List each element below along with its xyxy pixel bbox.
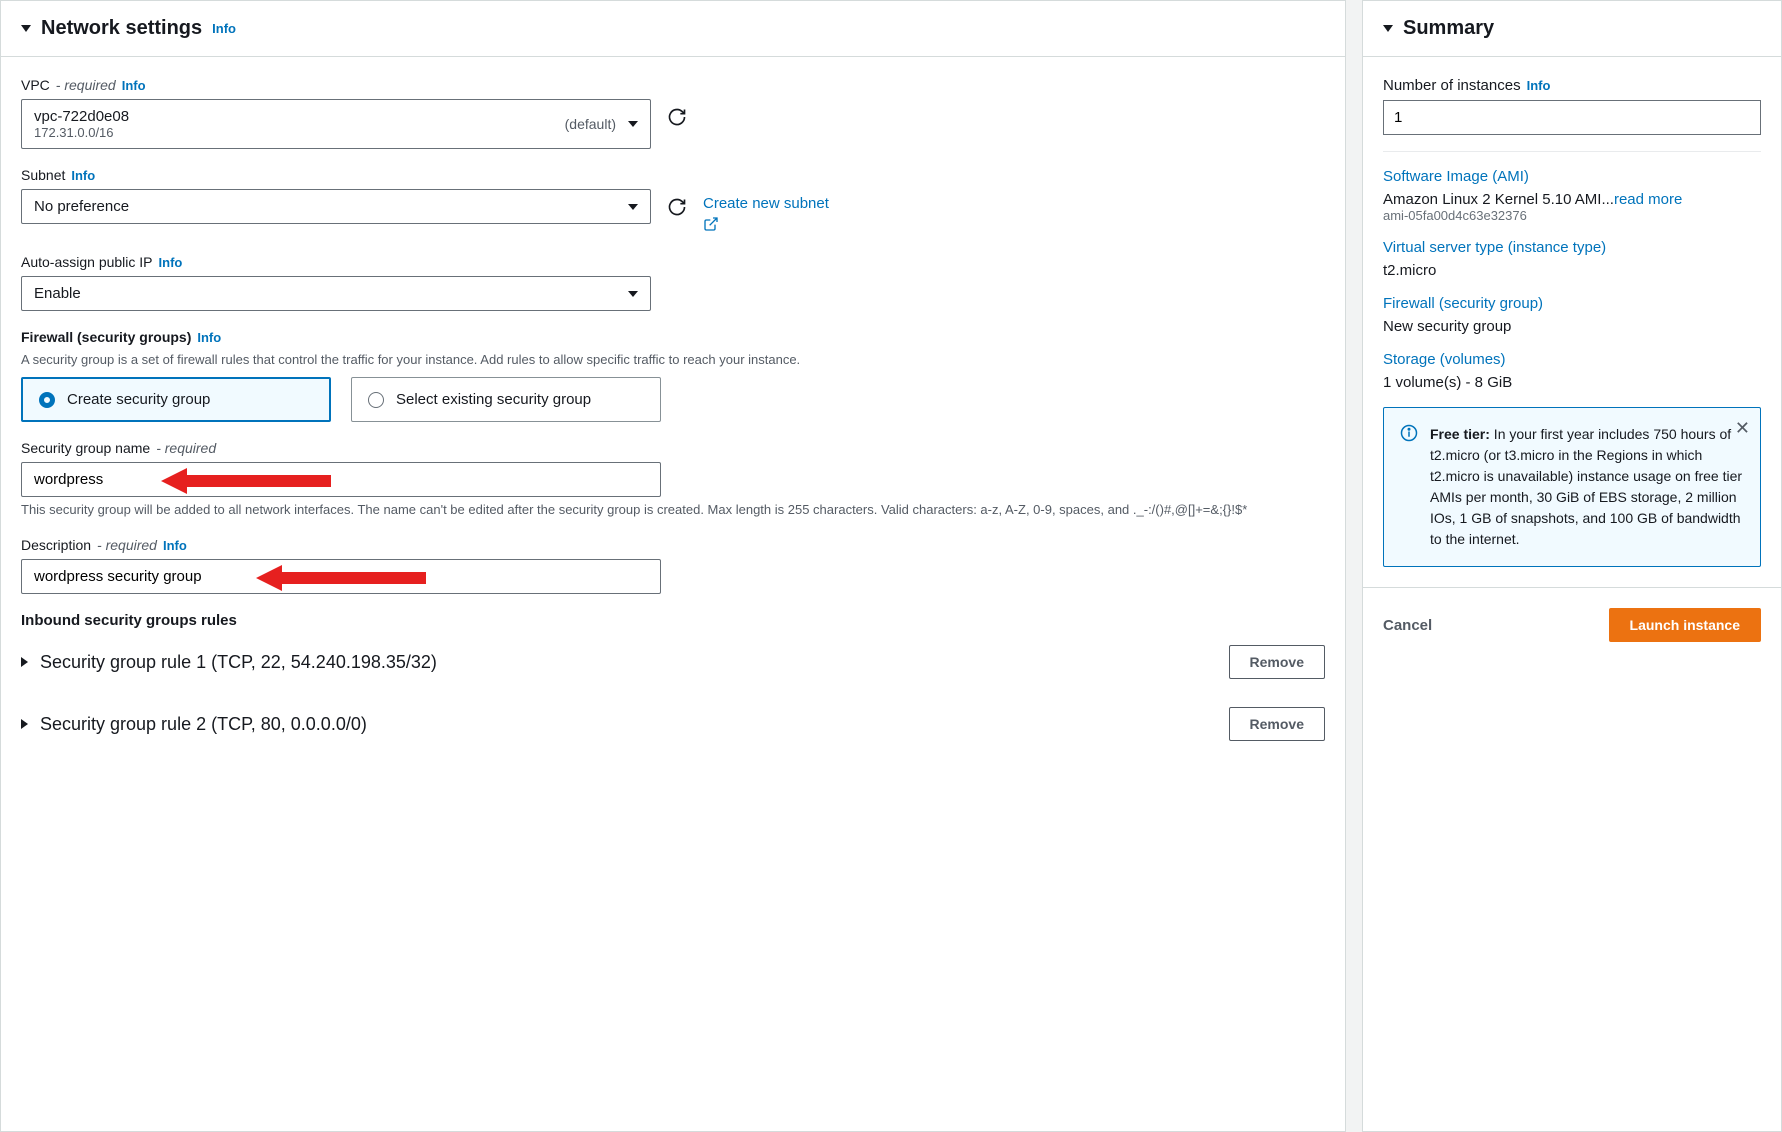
sg-name-group: Security group name - required This secu… [21, 440, 1325, 519]
instance-type-value: t2.micro [1383, 262, 1761, 279]
rule-row-2: Security group rule 2 (TCP, 80, 0.0.0.0/… [21, 707, 1325, 741]
sg-desc-label-text: Description [21, 537, 91, 553]
public-ip-value: Enable [34, 285, 81, 302]
sg-name-helper: This security group will be added to all… [21, 501, 1325, 519]
instances-label-text: Number of instances [1383, 77, 1521, 94]
select-sg-radio[interactable]: Select existing security group [351, 377, 661, 422]
read-more-link[interactable]: read more [1614, 191, 1682, 208]
firewall-value: New security group [1383, 318, 1761, 335]
sg-desc-input[interactable] [21, 559, 661, 594]
rule-row-1: Security group rule 1 (TCP, 22, 54.240.1… [21, 645, 1325, 679]
public-ip-group: Auto-assign public IP Info Enable [21, 254, 1325, 311]
refresh-icon[interactable] [667, 197, 687, 217]
vpc-select[interactable]: vpc-722d0e08 172.31.0.0/16 (default) [21, 99, 651, 149]
sg-name-input[interactable] [21, 462, 661, 497]
rule-1-title: Security group rule 1 (TCP, 22, 54.240.1… [40, 652, 437, 673]
create-sg-radio[interactable]: Create security group [21, 377, 331, 422]
free-tier-infobox: Free tier: In your first year includes 7… [1383, 407, 1761, 567]
inbound-rules-header: Inbound security groups rules [21, 612, 1325, 629]
footer-actions: Cancel Launch instance [1363, 587, 1781, 662]
chevron-down-icon [21, 25, 31, 32]
cancel-button[interactable]: Cancel [1383, 617, 1432, 634]
free-tier-bold: Free tier: [1430, 426, 1490, 442]
remove-rule-2-button[interactable]: Remove [1229, 707, 1325, 741]
subnet-value: No preference [34, 198, 129, 215]
refresh-icon[interactable] [667, 107, 687, 127]
network-settings-header[interactable]: Network settings Info [1, 1, 1345, 57]
firewall-heading[interactable]: Firewall (security group) [1383, 295, 1761, 312]
storage-heading[interactable]: Storage (volumes) [1383, 351, 1761, 368]
info-link[interactable]: Info [163, 538, 187, 553]
info-link[interactable]: Info [122, 78, 146, 93]
firewall-label-text: Firewall (security groups) [21, 329, 191, 345]
ami-heading[interactable]: Software Image (AMI) [1383, 168, 1761, 185]
radio-icon [368, 392, 384, 408]
sg-desc-label: Description - required Info [21, 537, 1325, 553]
info-link[interactable]: Info [197, 330, 221, 345]
select-sg-label: Select existing security group [396, 391, 591, 408]
network-settings-panel: Network settings Info VPC - required Inf… [0, 0, 1346, 1132]
subnet-select[interactable]: No preference [21, 189, 651, 224]
firewall-group: Firewall (security groups) Info A securi… [21, 329, 1325, 422]
chevron-down-icon [1383, 25, 1393, 32]
sg-name-label-text: Security group name [21, 440, 150, 456]
instances-input[interactable] [1383, 100, 1761, 135]
ami-id: ami-05fa00d4c63e32376 [1383, 208, 1761, 223]
summary-title: Summary [1403, 17, 1494, 40]
vpc-cidr: 172.31.0.0/16 [34, 125, 565, 140]
chevron-down-icon [628, 291, 638, 297]
remove-rule-1-button[interactable]: Remove [1229, 645, 1325, 679]
ami-name: Amazon Linux 2 Kernel 5.10 AMI... [1383, 191, 1614, 208]
firewall-helper: A security group is a set of firewall ru… [21, 351, 1325, 369]
public-ip-select[interactable]: Enable [21, 276, 651, 311]
subnet-label-text: Subnet [21, 167, 65, 183]
sg-name-label: Security group name - required [21, 440, 1325, 456]
info-link[interactable]: Info [1527, 78, 1551, 93]
required-text: - required [156, 440, 216, 456]
create-subnet-link[interactable]: Create new subnet [703, 195, 829, 236]
summary-panel: Summary Number of instances Info Softwar… [1362, 0, 1782, 1132]
required-text: - required [97, 537, 157, 553]
chevron-right-icon[interactable] [21, 719, 28, 729]
chevron-down-icon [628, 204, 638, 210]
sg-desc-group: Description - required Info [21, 537, 1325, 594]
rule-2-title: Security group rule 2 (TCP, 80, 0.0.0.0/… [40, 714, 367, 735]
vpc-value: vpc-722d0e08 [34, 108, 565, 125]
info-link[interactable]: Info [212, 21, 236, 36]
ami-text: Amazon Linux 2 Kernel 5.10 AMI...read mo… [1383, 191, 1761, 208]
close-icon[interactable]: ✕ [1735, 418, 1750, 439]
vpc-label: VPC - required Info [21, 77, 1325, 93]
public-ip-label-text: Auto-assign public IP [21, 254, 153, 270]
create-sg-label: Create security group [67, 391, 210, 408]
instance-type-heading[interactable]: Virtual server type (instance type) [1383, 239, 1761, 256]
instances-label: Number of instances Info [1383, 77, 1761, 94]
subnet-label: Subnet Info [21, 167, 1325, 183]
info-link[interactable]: Info [159, 255, 183, 270]
free-tier-body: In your first year includes 750 hours of… [1430, 426, 1742, 547]
public-ip-label: Auto-assign public IP Info [21, 254, 1325, 270]
chevron-down-icon [628, 121, 638, 127]
info-icon [1400, 424, 1418, 550]
radio-selected-icon [39, 392, 55, 408]
storage-value: 1 volume(s) - 8 GiB [1383, 374, 1761, 391]
summary-header[interactable]: Summary [1363, 1, 1781, 57]
external-link-icon [703, 216, 829, 236]
firewall-label: Firewall (security groups) Info [21, 329, 1325, 345]
subnet-group: Subnet Info No preference Create new sub… [21, 167, 1325, 236]
info-link[interactable]: Info [71, 168, 95, 183]
vpc-label-text: VPC [21, 77, 50, 93]
launch-instance-button[interactable]: Launch instance [1609, 608, 1761, 642]
required-text: - required [56, 77, 116, 93]
chevron-right-icon[interactable] [21, 657, 28, 667]
create-subnet-text: Create new subnet [703, 195, 829, 212]
form-body: VPC - required Info vpc-722d0e08 172.31.… [1, 57, 1345, 789]
section-title: Network settings [41, 17, 202, 40]
vpc-group: VPC - required Info vpc-722d0e08 172.31.… [21, 77, 1325, 149]
free-tier-text: Free tier: In your first year includes 7… [1430, 424, 1744, 550]
vpc-default-text: (default) [565, 116, 616, 132]
